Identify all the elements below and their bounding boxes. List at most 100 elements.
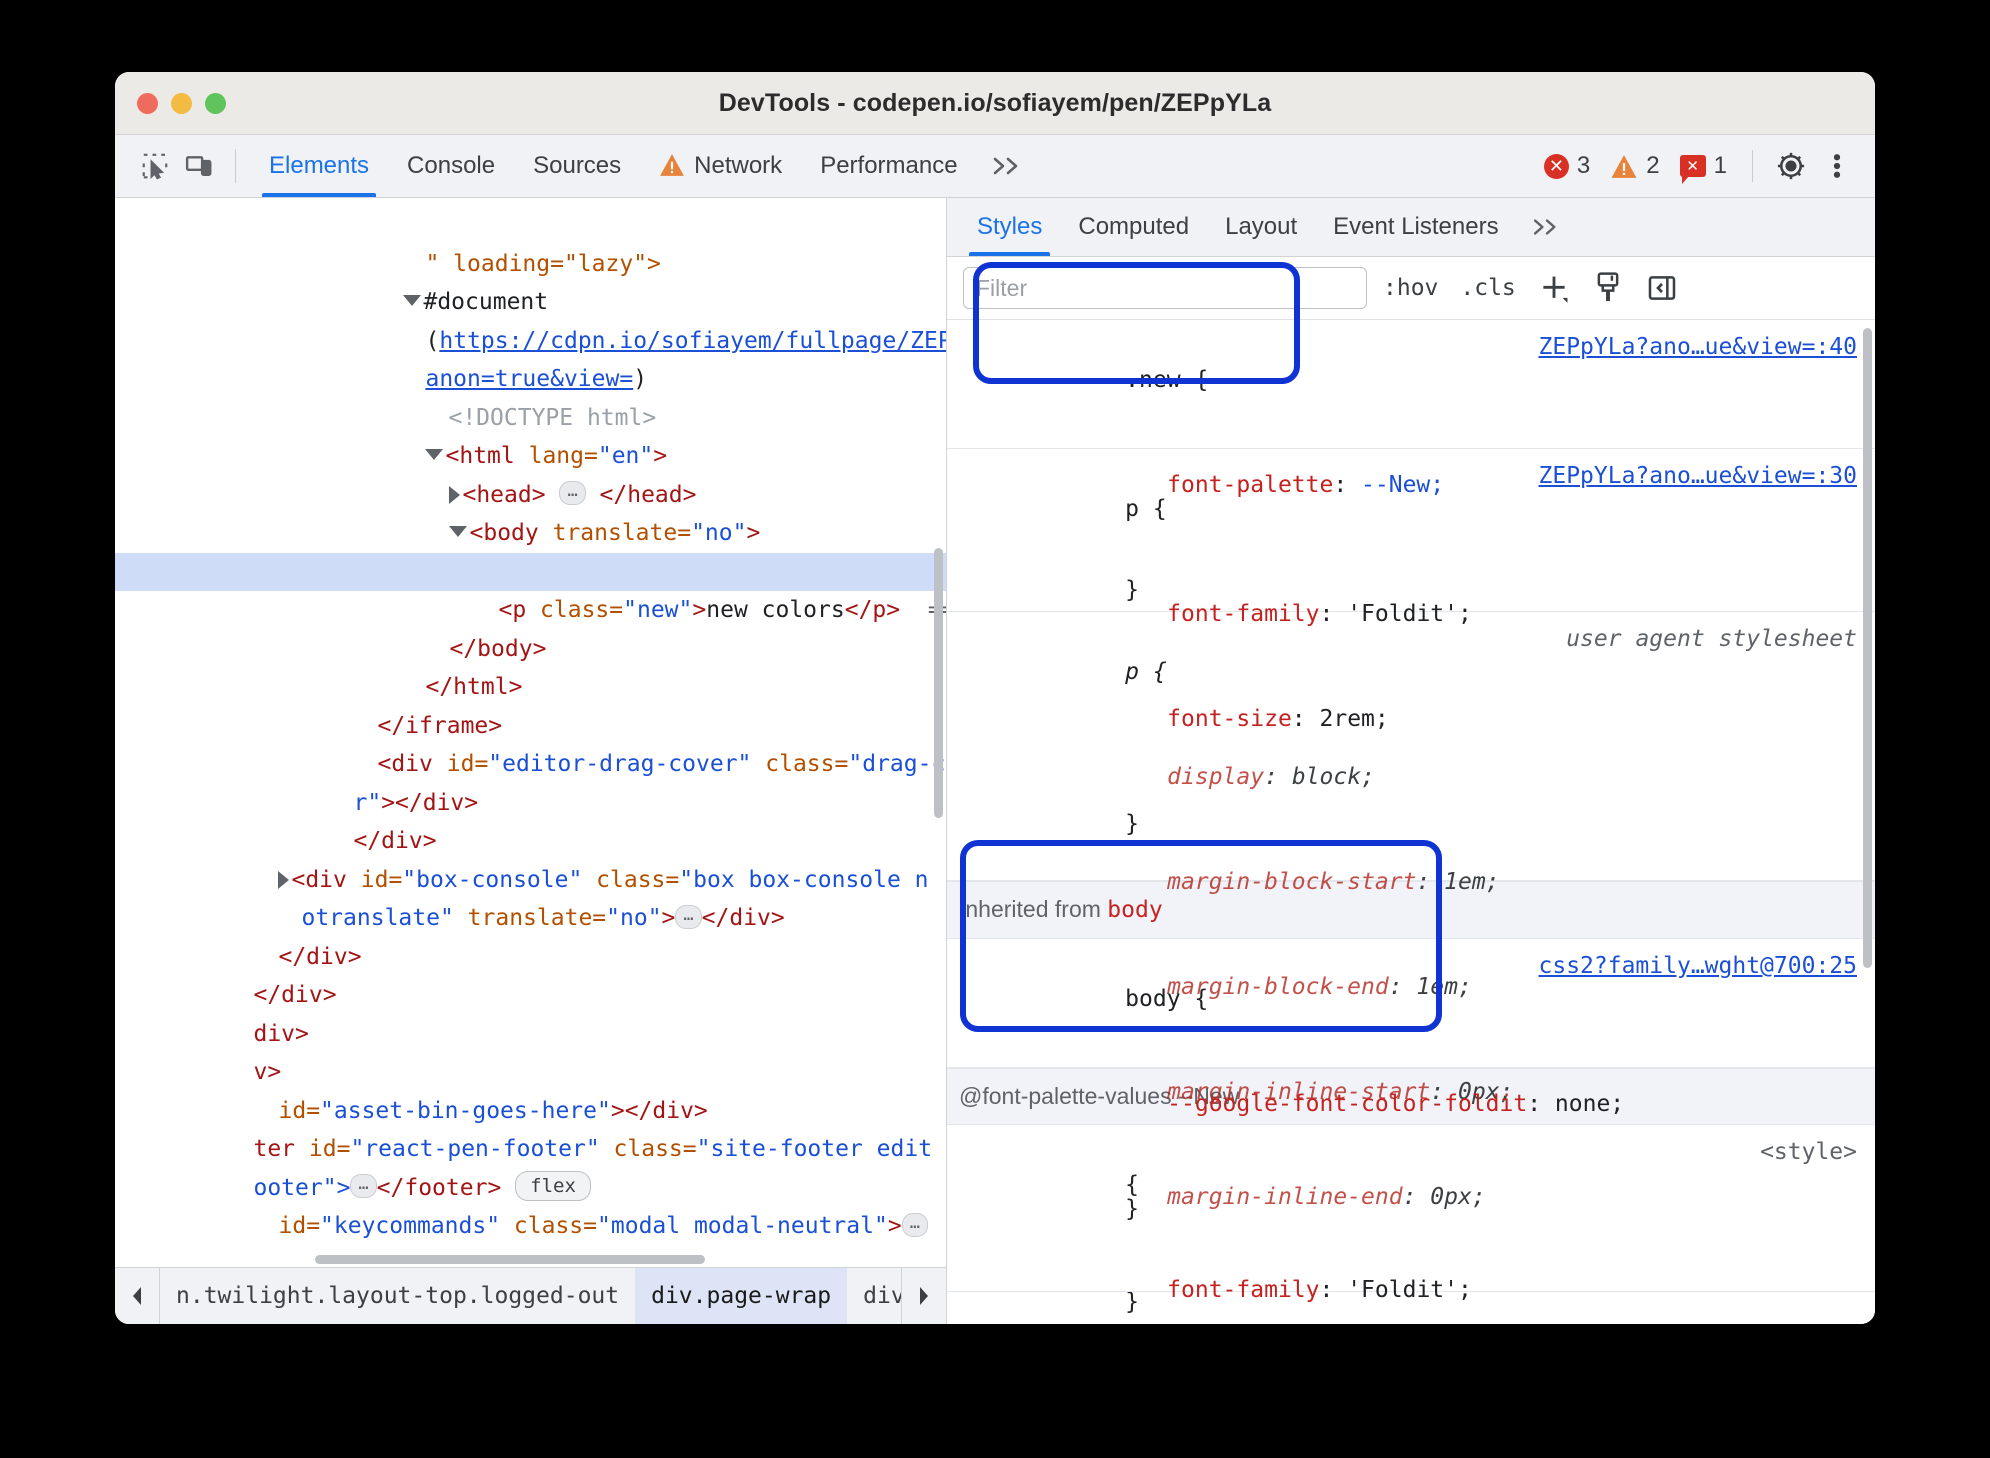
issue-count-badge[interactable]: ✕ 1: [1671, 152, 1736, 184]
dom-row-box-console[interactable]: <div id="box-console" class="box box-con…: [115, 822, 946, 893]
css-decl-display-property: display: [1167, 764, 1265, 790]
warning-count-badge[interactable]: 2: [1601, 152, 1668, 180]
css-rule-font-palette-values-origin: <style>: [1760, 1139, 1857, 1165]
styles-rules-list[interactable]: .new { font-palette: --New; } ZEPpYLa?an…: [947, 320, 1875, 1324]
css-decl-google-font-color-foldit-value: none;: [1554, 1091, 1625, 1117]
tab-layout-label: Layout: [1225, 213, 1298, 240]
more-tabs-chevron-icon[interactable]: [977, 154, 1039, 178]
kebab-menu-icon[interactable]: [1815, 145, 1859, 187]
dom-row-html-close[interactable]: </html>: [115, 630, 946, 700]
css-decl-display-value: block;: [1291, 764, 1375, 790]
dom-row-drag-cover-continued[interactable]: r"></div>: [115, 745, 946, 816]
paintbrush-icon[interactable]: [1586, 267, 1630, 309]
css-rule-p-ua-selector: p {: [1125, 659, 1167, 685]
device-toolbar-icon[interactable]: [177, 145, 221, 187]
dom-row-div-close-1[interactable]: </div>: [115, 784, 946, 854]
css-decl-fpv-font-family-value: 'Foldit';: [1347, 1277, 1472, 1303]
dom-tree-vertical-scrollbar[interactable]: [934, 548, 943, 818]
tab-network[interactable]: Network: [640, 135, 801, 197]
dom-row-div-close-2[interactable]: </div>: [115, 899, 946, 970]
breadcrumb-item-body[interactable]: n.twilight.layout-top.logged-out: [160, 1268, 635, 1324]
dom-row-editor-drag-cover[interactable]: <div id="editor-drag-cover" class="drag-…: [115, 707, 946, 777]
dom-row-doc-url-line1[interactable]: (https://cdpn.io/sofiayem/fullpage/ZEPpY…: [115, 283, 946, 354]
element-classes-label: .cls: [1460, 275, 1516, 301]
dom-row-react-pen-footer[interactable]: ter id="react-pen-footer" class="site-fo…: [115, 1092, 946, 1162]
error-count-badge[interactable]: ✕ 3: [1535, 152, 1599, 180]
tab-sources[interactable]: Sources: [514, 135, 640, 197]
dom-row-iframe-close[interactable]: </iframe>: [115, 668, 946, 739]
collapsed-content-icon[interactable]: …: [901, 1212, 928, 1237]
tab-event-listeners-label: Event Listeners: [1333, 213, 1499, 240]
element-classes-button[interactable]: .cls: [1454, 275, 1521, 301]
force-state-label: :hov: [1383, 275, 1439, 301]
styles-vertical-scrollbar[interactable]: [1863, 328, 1872, 968]
force-state-button[interactable]: :hov: [1377, 275, 1444, 301]
dom-row-div-close-3[interactable]: </div>: [115, 938, 946, 1008]
css-rule-font-palette-values[interactable]: { font-family: 'Foldit'; override-colors…: [947, 1125, 1875, 1303]
gear-icon[interactable]: [1769, 145, 1813, 187]
dom-row-p-old[interactable]: <p>old colors</p>: [115, 514, 946, 585]
dom-row-body-open[interactable]: <body translate="no">: [115, 476, 946, 546]
dom-row-p-new-selected[interactable]: <p class="new">new colors</p> == $0: [115, 552, 946, 623]
dom-row-doctype[interactable]: <!DOCTYPE html>: [115, 360, 946, 431]
breadcrumb-item-page-wrap[interactable]: div.page-wrap: [635, 1268, 848, 1324]
styles-filter-placeholder: Filter: [976, 274, 1028, 301]
css-rule-p-user-agent[interactable]: p { display: block; margin-block-start: …: [947, 612, 1875, 1315]
breadcrumb-item-page-wrap-label: div.page-wrap: [651, 1283, 832, 1309]
plus-icon[interactable]: [1532, 267, 1576, 309]
dom-row-div-clipped-2[interactable]: v>: [115, 1015, 946, 1085]
inspect-element-icon[interactable]: [133, 145, 177, 187]
css-rule-body[interactable]: body { --google-font-color-foldit: none;…: [947, 939, 1875, 1222]
dom-row-box-console-continued[interactable]: otranslate" translate="no">… </div>: [115, 861, 946, 931]
minimize-window-button[interactable]: [171, 92, 192, 114]
dom-row-body-close[interactable]: </body>: [115, 591, 946, 662]
css-rule-p-author-origin-link[interactable]: ZEPpYLa?ano…ue&view=:30: [1539, 459, 1858, 494]
css-rule-body-origin-link[interactable]: css2?family…wght@700:25: [1539, 949, 1858, 984]
css-rule-new[interactable]: .new { font-palette: --New; } ZEPpYLa?an…: [947, 320, 1875, 603]
tab-styles[interactable]: Styles: [959, 198, 1060, 256]
breadcrumb-item-body-label: n.twilight.layout-top.logged-out: [176, 1283, 620, 1309]
dom-row-div-clipped-1[interactable]: div>: [115, 976, 946, 1047]
tab-computed[interactable]: Computed: [1060, 198, 1207, 256]
dom-row-head[interactable]: <head> … </head>: [115, 437, 946, 508]
tab-sources-label: Sources: [533, 152, 622, 179]
close-window-button[interactable]: [137, 92, 158, 114]
dom-row-asset-bin[interactable]: id="asset-bin-goes-here"></div>: [115, 1053, 946, 1124]
dom-tree-horizontal-scrollbar-thumb[interactable]: [315, 1255, 705, 1264]
breadcrumb-scroll-right-button[interactable]: [901, 1268, 946, 1324]
tab-elements-label: Elements: [269, 152, 370, 179]
tab-layout[interactable]: Layout: [1207, 198, 1315, 256]
dom-row-keycommands[interactable]: id="keycommands" class="modal modal-neut…: [115, 1169, 946, 1239]
dom-row-doc-url-line2[interactable]: anon=true&view=): [115, 322, 946, 392]
tab-computed-label: Computed: [1078, 213, 1190, 240]
css-rule-p-author-selector: p {: [1125, 496, 1167, 522]
styles-pane: Styles Computed Layout Event Listeners F…: [947, 198, 1875, 1324]
css-rule-p-author[interactable]: p { font-family: 'Foldit'; font-size: 2r…: [947, 449, 1875, 837]
dom-tree[interactable]: " loading="lazy"> #document (https://cdp…: [115, 198, 946, 1267]
toolbar-divider: [235, 149, 236, 183]
css-decl-margin-block-start[interactable]: margin-block-start: 1em;: [947, 830, 1875, 935]
dom-row-html-open[interactable]: <html lang="en">: [115, 399, 946, 469]
devtools-panes: " loading="lazy"> #document (https://cdp…: [115, 198, 1875, 1324]
traffic-light-controls: [137, 92, 226, 114]
issue-icon: ✕: [1679, 155, 1706, 184]
breadcrumb-scroll-left-button[interactable]: [115, 1268, 160, 1324]
styles-filter-input[interactable]: Filter: [963, 267, 1367, 309]
toggle-sidebar-icon[interactable]: [1640, 267, 1684, 309]
tab-event-listeners[interactable]: Event Listeners: [1315, 198, 1516, 256]
dom-row-document[interactable]: #document: [115, 245, 946, 315]
dom-row-loading-lazy[interactable]: " loading="lazy">: [115, 206, 946, 277]
css-rule-new-origin-link[interactable]: ZEPpYLa?ano…ue&view=:40: [1539, 330, 1858, 365]
styles-more-tabs-chevron-icon[interactable]: [1517, 198, 1577, 256]
dom-row-footer-continued[interactable]: ooter">… </footer> flex: [115, 1130, 946, 1201]
tab-performance[interactable]: Performance: [801, 135, 976, 197]
dom-tree-horizontal-scrollbar-track[interactable]: [115, 1253, 946, 1267]
tab-console[interactable]: Console: [388, 135, 514, 197]
css-decl-display[interactable]: display: block;: [947, 725, 1875, 830]
maximize-window-button[interactable]: [205, 92, 226, 114]
devtools-main-toolbar: Elements Console Sources Network Perform…: [115, 135, 1875, 198]
breadcrumb-item-div[interactable]: div.: [847, 1268, 901, 1324]
css-rule-new-selector: .new {: [1125, 367, 1209, 393]
tab-elements[interactable]: Elements: [250, 135, 388, 197]
css-decl-fpv-font-family[interactable]: font-family: 'Foldit';: [947, 1238, 1875, 1324]
